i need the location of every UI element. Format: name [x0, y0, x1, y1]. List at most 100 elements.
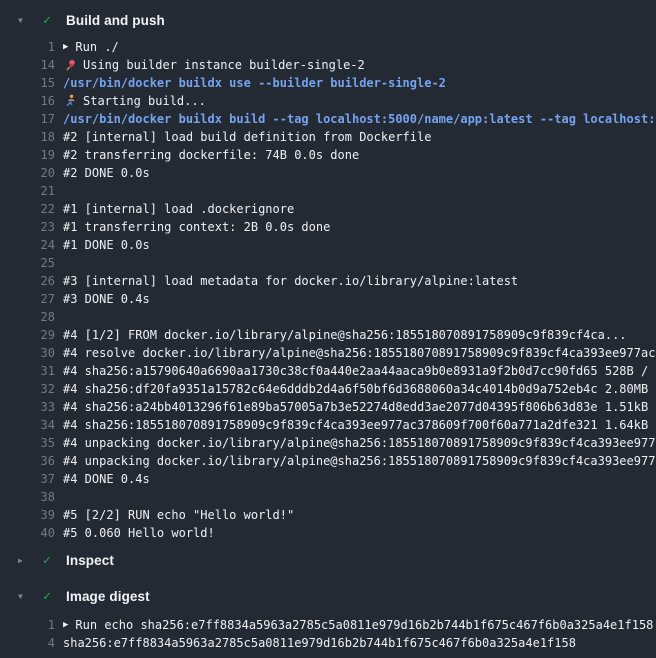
log-text-content: #4 sha256:185518070891758909c9f839cf4ca3… — [63, 416, 656, 434]
log-line: 16Starting build... — [0, 92, 656, 110]
log-text: #1 DONE 0.0s — [63, 236, 656, 254]
line-number[interactable]: 19 — [0, 146, 55, 164]
log-text-content: #3 DONE 0.4s — [63, 290, 150, 308]
log-lines: 1 ▶Run ./ 14 Using builder instance builder… — [0, 38, 656, 542]
log-text: ▶Run echo sha256:e7ff8834a5963a2785c5a08… — [63, 616, 656, 634]
line-number[interactable]: 20 — [0, 164, 55, 182]
line-number[interactable]: 32 — [0, 380, 55, 398]
chevron-down-icon[interactable]: ▼ — [16, 592, 43, 601]
line-number[interactable]: 39 — [0, 506, 55, 524]
actions-log-viewer: ▼✓Build and push1▶Run ./14Using builder … — [0, 0, 656, 658]
log-text: /usr/bin/docker buildx use --builder bui… — [63, 74, 656, 92]
line-number[interactable]: 22 — [0, 200, 55, 218]
chevron-right-icon[interactable]: ▶ — [16, 556, 43, 565]
log-text: #1 [internal] load .dockerignore — [63, 200, 656, 218]
log-line: 35 #4 unpacking docker.io/library/alpine@… — [0, 434, 656, 452]
log-line: 40 #5 0.060 Hello world! — [0, 524, 656, 542]
log-text-content: #2 transferring dockerfile: 74B 0.0s don… — [63, 146, 359, 164]
play-icon[interactable]: ▶ — [63, 616, 68, 634]
line-number[interactable]: 24 — [0, 236, 55, 254]
line-number[interactable]: 23 — [0, 218, 55, 236]
line-number[interactable]: 14 — [0, 56, 55, 74]
log-text: #2 DONE 0.0s — [63, 164, 656, 182]
log-text: #5 [2/2] RUN echo "Hello world!" — [63, 506, 656, 524]
section-header-image-digest[interactable]: ▼✓Image digest — [0, 586, 656, 606]
log-line: 20 #2 DONE 0.0s — [0, 164, 656, 182]
log-line: 32#4 sha256:df20fa9351a15782c64e6dddb2d4… — [0, 380, 656, 398]
line-number[interactable]: 27 — [0, 290, 55, 308]
log-line: 38 — [0, 488, 656, 506]
line-number[interactable]: 28 — [0, 308, 55, 326]
line-number[interactable]: 33 — [0, 398, 55, 416]
log-text: Using builder instance builder-single-2 — [63, 56, 656, 74]
chevron-down-icon[interactable]: ▼ — [16, 16, 43, 25]
line-number[interactable]: 34 — [0, 416, 55, 434]
section-header-build-and-push[interactable]: ▼✓Build and push — [0, 10, 656, 30]
log-line: 22 #1 [internal] load .dockerignore — [0, 200, 656, 218]
line-number[interactable]: 37 — [0, 470, 55, 488]
log-line: 33 #4 sha256:a24bb4013296f61e89ba57005a7b… — [0, 398, 656, 416]
check-icon: ✓ — [43, 553, 66, 568]
log-text-content: #4 unpacking docker.io/library/alpine@sh… — [63, 434, 656, 452]
log-line: 14 Using builder instance builder-single-… — [0, 56, 656, 74]
log-text-content: #1 transferring context: 2B 0.0s done — [63, 218, 330, 236]
log-text-content: /usr/bin/docker buildx use --builder bui… — [63, 74, 446, 92]
log-line: 1 ▶Run echo sha256:e7ff8834a5963a2785c5a0… — [0, 616, 656, 634]
line-number[interactable]: 4 — [0, 634, 55, 652]
pushpin-icon — [63, 58, 77, 72]
log-text-content: #4 resolve docker.io/library/alpine@sha2… — [63, 344, 656, 362]
check-icon: ✓ — [43, 589, 66, 604]
log-line: 34 #4 sha256:185518070891758909c9f839cf4c… — [0, 416, 656, 434]
log-text — [63, 488, 656, 506]
log-text-content: sha256:e7ff8834a5963a2785c5a0811e979d16b… — [63, 634, 576, 652]
log-text-content: #1 [internal] load .dockerignore — [63, 200, 294, 218]
log-text: #4 sha256:a24bb4013296f61e89ba57005a7b3e… — [63, 398, 656, 416]
line-number[interactable]: 29 — [0, 326, 55, 344]
line-number[interactable]: 25 — [0, 254, 55, 272]
log-text: ▶Run ./ — [63, 38, 656, 56]
log-text-content: Using builder instance builder-single-2 — [83, 56, 365, 74]
log-text: #2 [internal] load build definition from… — [63, 128, 656, 146]
line-number[interactable]: 1 — [0, 38, 55, 56]
line-number[interactable]: 35 — [0, 434, 55, 452]
log-line: 29 #4 [1/2] FROM docker.io/library/alpine… — [0, 326, 656, 344]
line-number[interactable]: 40 — [0, 524, 55, 542]
line-number[interactable]: 26 — [0, 272, 55, 290]
log-text-content: #4 sha256:a15790640a6690aa1730c38cf0a440… — [63, 362, 656, 380]
line-number[interactable]: 38 — [0, 488, 55, 506]
line-number[interactable]: 17 — [0, 110, 55, 128]
log-line: 24 #1 DONE 0.0s — [0, 236, 656, 254]
line-number[interactable]: 15 — [0, 74, 55, 92]
log-line: 23 #1 transferring context: 2B 0.0s done — [0, 218, 656, 236]
line-number[interactable]: 21 — [0, 182, 55, 200]
section-header-inspect[interactable]: ▶✓Inspect — [0, 550, 656, 570]
line-number[interactable]: 31 — [0, 362, 55, 380]
log-section: ▶✓Inspect — [0, 550, 656, 570]
line-number[interactable]: 36 — [0, 452, 55, 470]
section-title: Image digest — [66, 589, 150, 604]
log-text — [63, 182, 656, 200]
log-line: 4 sha256:e7ff8834a5963a2785c5a0811e979d16… — [0, 634, 656, 652]
line-number[interactable]: 16 — [0, 92, 55, 110]
log-line: 39 #5 [2/2] RUN echo "Hello world!" — [0, 506, 656, 524]
log-section: ▼✓Build and push 1 ▶Run ./ 14 Using builder … — [0, 10, 656, 542]
log-text — [63, 308, 656, 326]
log-line: 18 #2 [internal] load build definition fr… — [0, 128, 656, 146]
section-title: Build and push — [66, 13, 165, 28]
log-text-content: #4 unpacking docker.io/library/alpine@sh… — [63, 452, 656, 470]
line-number[interactable]: 1 — [0, 616, 55, 634]
log-text-content: #2 DONE 0.0s — [63, 164, 150, 182]
check-icon: ✓ — [43, 13, 66, 28]
line-number[interactable]: 18 — [0, 128, 55, 146]
log-text: #1 transferring context: 2B 0.0s done — [63, 218, 656, 236]
line-number[interactable]: 30 — [0, 344, 55, 362]
log-text-content: #5 0.060 Hello world! — [63, 524, 215, 542]
log-text-content: #4 [1/2] FROM docker.io/library/alpine@s… — [63, 326, 627, 344]
log-text — [63, 254, 656, 272]
play-icon[interactable]: ▶ — [63, 38, 68, 56]
log-text-content: #4 sha256:a24bb4013296f61e89ba57005a7b3e… — [63, 398, 656, 416]
log-text: #4 resolve docker.io/library/alpine@sha2… — [63, 344, 656, 362]
log-text: #4 sha256:a15790640a6690aa1730c38cf0a440… — [63, 362, 656, 380]
log-text: #4 [1/2] FROM docker.io/library/alpine@s… — [63, 326, 656, 344]
log-text: sha256:e7ff8834a5963a2785c5a0811e979d16b… — [63, 634, 656, 652]
